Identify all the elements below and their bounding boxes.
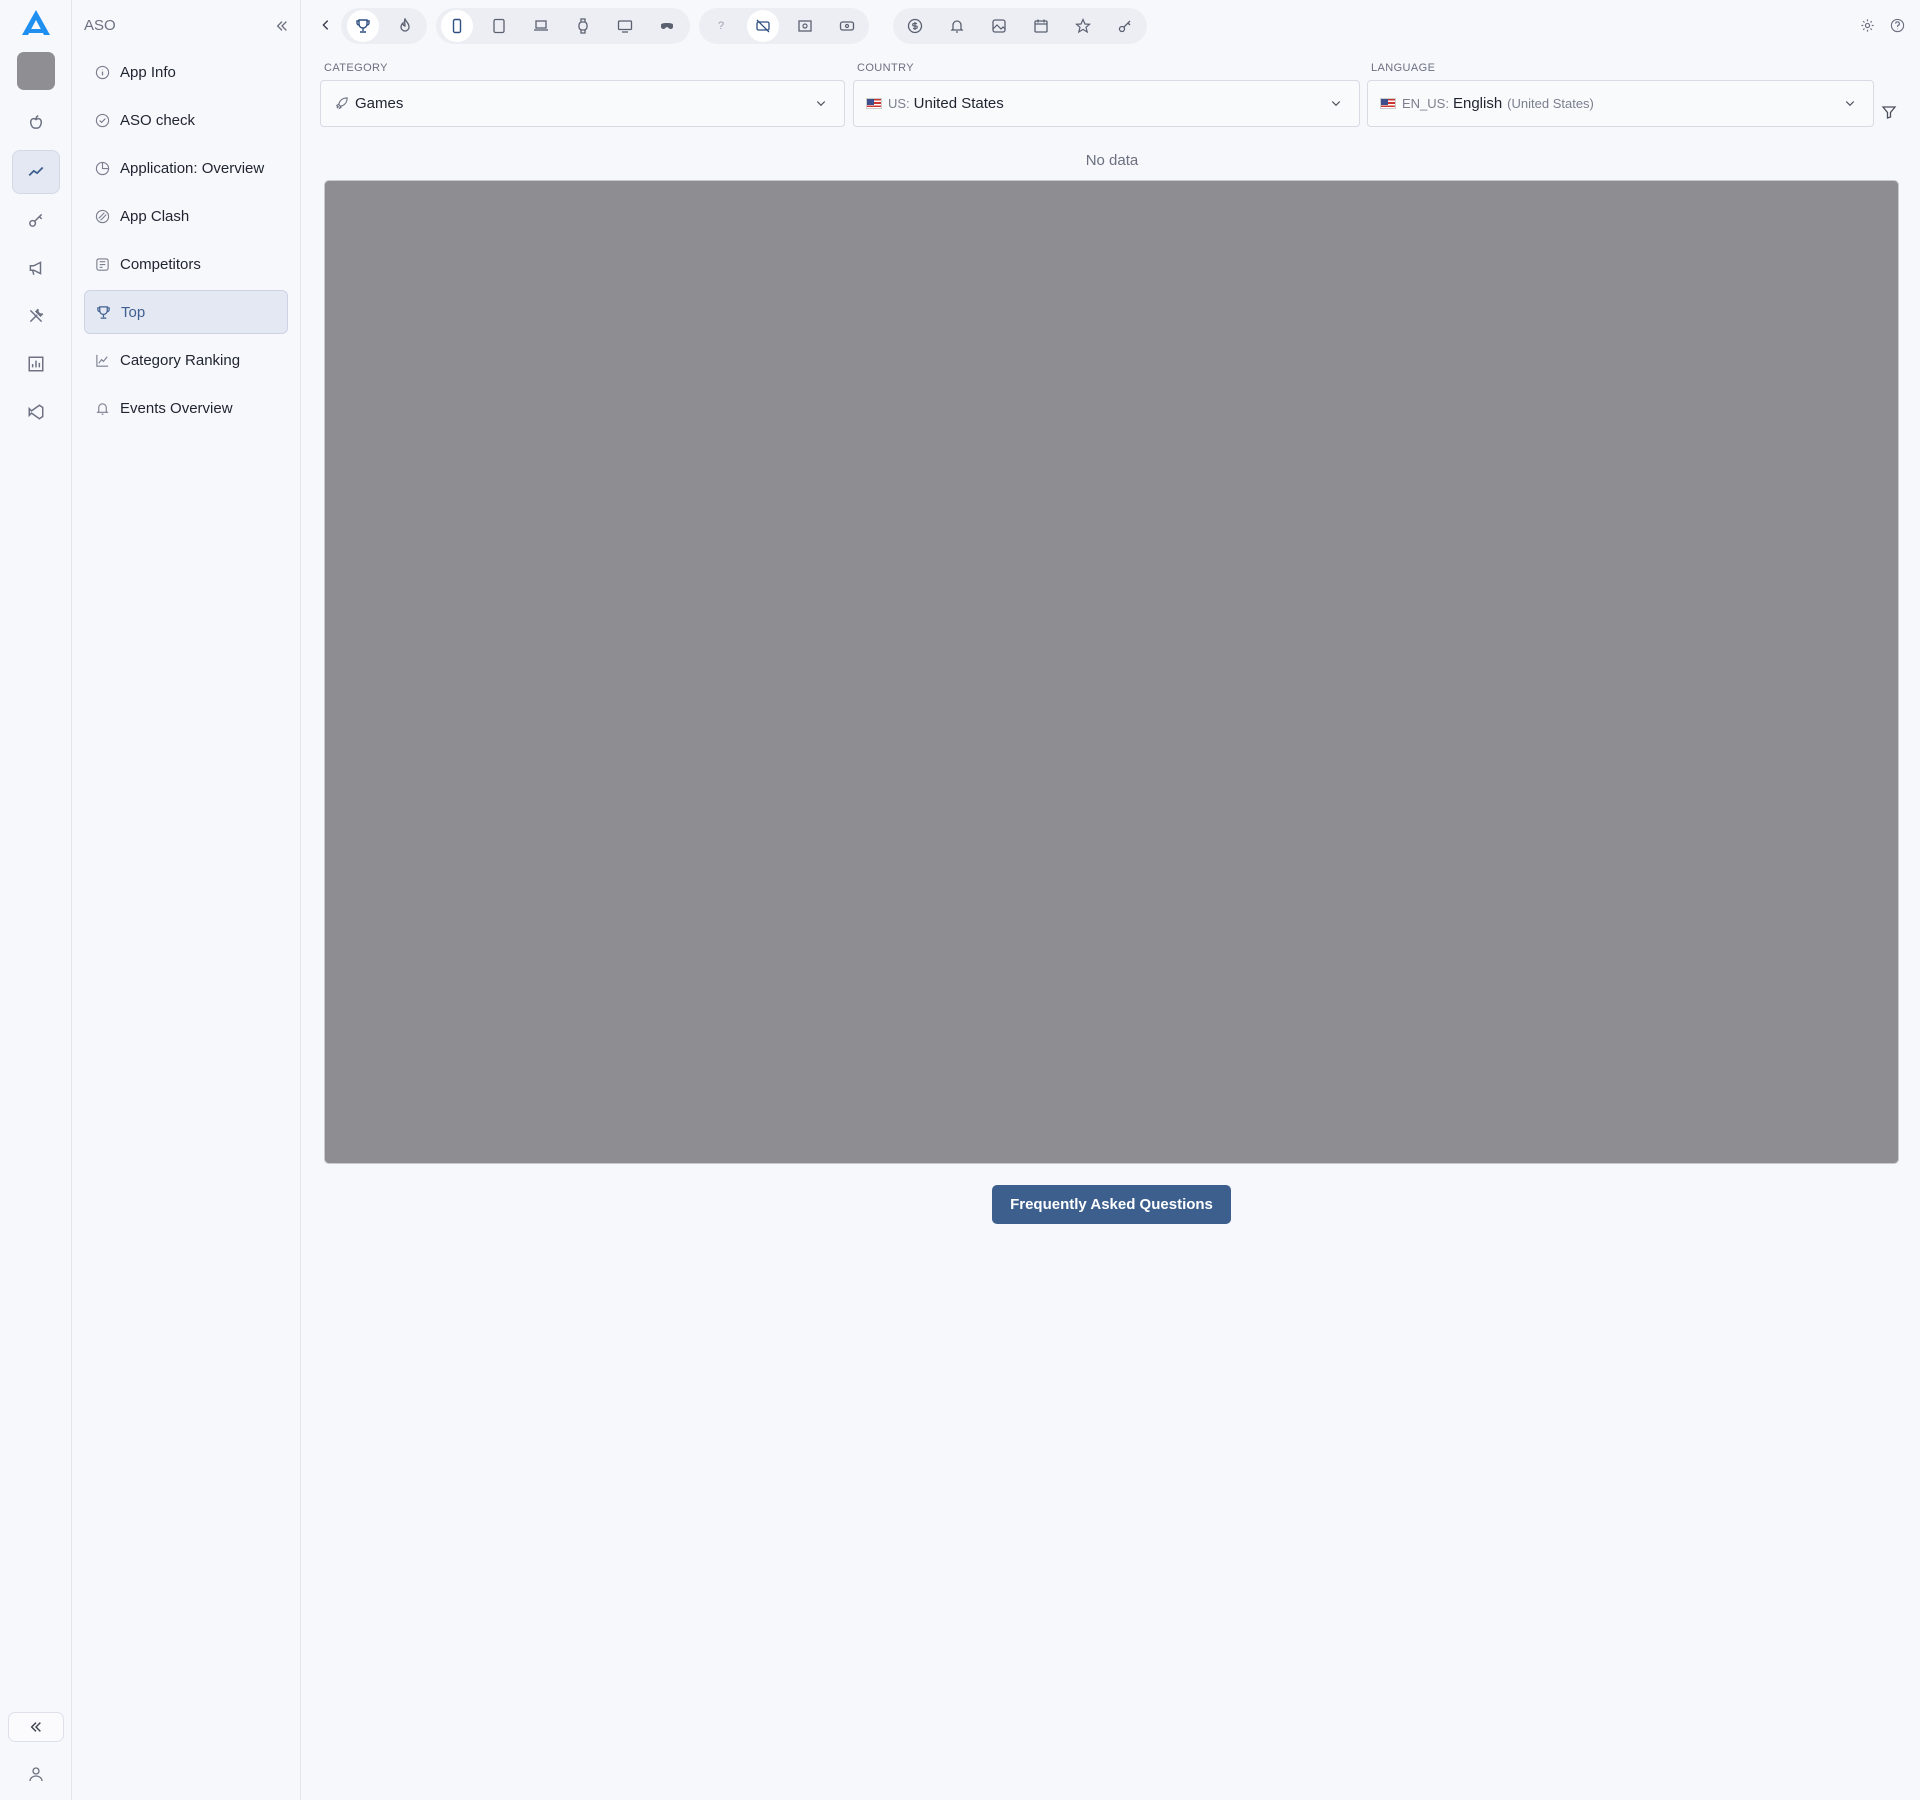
- sidebar-item-aso-check[interactable]: ASO check: [84, 98, 288, 142]
- competitors-icon: [94, 256, 110, 272]
- line-chart-icon: [94, 352, 110, 368]
- key-icon[interactable]: [1109, 10, 1141, 42]
- fire-icon[interactable]: [389, 10, 421, 42]
- language-select[interactable]: EN_US: English (United States): [1367, 80, 1874, 127]
- sidebar-item-label: Events Overview: [120, 399, 233, 417]
- country-select[interactable]: US: United States: [853, 80, 1360, 127]
- no-ads-icon[interactable]: [747, 10, 779, 42]
- trophy-icon: [95, 304, 111, 320]
- sidebar-item-label: Application: Overview: [120, 159, 265, 177]
- image-icon[interactable]: [983, 10, 1015, 42]
- faq-button[interactable]: Frequently Asked Questions: [992, 1185, 1231, 1224]
- bell-icon[interactable]: [941, 10, 973, 42]
- sidebar-item-label: Category Ranking: [120, 351, 241, 369]
- country-label: COUNTRY: [857, 62, 914, 74]
- collapse-sidebar-icon[interactable]: [272, 16, 292, 36]
- icon-rail: [0, 0, 72, 1800]
- back-icon[interactable]: [317, 16, 335, 34]
- language-value: English: [1452, 95, 1503, 112]
- pie-chart-icon: [94, 160, 110, 176]
- bell-icon: [94, 400, 110, 416]
- sidebar-item-competitors[interactable]: Competitors: [84, 242, 288, 286]
- logo-icon[interactable]: [20, 8, 52, 38]
- apple-icon[interactable]: [12, 101, 60, 145]
- trophy-icon[interactable]: [347, 10, 379, 42]
- sidebar-item-label: App Clash: [120, 207, 190, 225]
- analytics-icon[interactable]: [12, 342, 60, 386]
- category-label: CATEGORY: [324, 62, 388, 74]
- language-region: (United States): [1507, 96, 1594, 111]
- check-circle-icon: [94, 112, 110, 128]
- no-data-text: No data: [1085, 152, 1139, 169]
- category-select[interactable]: Games: [320, 80, 845, 127]
- sidebar-item-category-ranking[interactable]: Category Ranking: [84, 338, 288, 382]
- sidebar-item-label: Competitors: [120, 255, 201, 273]
- phone-icon[interactable]: [441, 10, 473, 42]
- chevron-down-icon: [1843, 96, 1857, 110]
- ticket-icon[interactable]: [831, 10, 863, 42]
- country-value: United States: [913, 95, 1004, 112]
- country-code: US:: [888, 96, 910, 111]
- language-label: LANGUAGE: [1371, 62, 1436, 74]
- sidebar-item-events-overview[interactable]: Events Overview: [84, 386, 288, 430]
- money-icon[interactable]: [789, 10, 821, 42]
- sidebar-item-label: Top: [121, 303, 146, 321]
- sidebar-title: ASO: [84, 17, 116, 34]
- content-placeholder: [324, 180, 1899, 1164]
- top-toolbar: ?: [301, 0, 1920, 52]
- tv-icon[interactable]: [609, 10, 641, 42]
- filter-icon[interactable]: [1880, 103, 1898, 121]
- star-icon[interactable]: [1067, 10, 1099, 42]
- app-thumbnail[interactable]: [17, 52, 55, 90]
- settings-icon[interactable]: [1858, 16, 1876, 34]
- chevron-down-icon: [814, 96, 828, 110]
- tablet-icon[interactable]: [483, 10, 515, 42]
- rocket-icon: [333, 96, 349, 112]
- clash-icon: [94, 208, 110, 224]
- category-value: Games: [355, 95, 404, 112]
- sidebar-item-label: App Info: [120, 63, 176, 81]
- info-icon: [94, 64, 110, 80]
- sidebar-item-top[interactable]: Top: [84, 290, 288, 334]
- help-icon[interactable]: [1888, 16, 1906, 34]
- aso-sidebar: ASO App Info ASO check Application: Over…: [72, 0, 301, 1800]
- watch-icon[interactable]: [567, 10, 599, 42]
- user-icon[interactable]: [24, 1762, 48, 1786]
- tools-icon[interactable]: [12, 294, 60, 338]
- dollar-icon[interactable]: [899, 10, 931, 42]
- key-icon[interactable]: [12, 198, 60, 242]
- megaphone-icon[interactable]: [12, 246, 60, 290]
- chevron-down-icon: [1329, 96, 1343, 110]
- sidebar-item-application-overview[interactable]: Application: Overview: [84, 146, 288, 190]
- sidebar-item-app-clash[interactable]: App Clash: [84, 194, 288, 238]
- calendar-icon[interactable]: [1025, 10, 1057, 42]
- laptop-icon[interactable]: [525, 10, 557, 42]
- sidebar-item-label: ASO check: [120, 111, 196, 129]
- us-flag-icon: [1380, 98, 1396, 109]
- collapse-rail-button[interactable]: [8, 1712, 64, 1742]
- sidebar-item-app-info[interactable]: App Info: [84, 50, 288, 94]
- us-flag-icon: [866, 98, 882, 109]
- language-code: EN_US:: [1402, 96, 1449, 111]
- vscode-icon[interactable]: [12, 390, 60, 434]
- trend-icon[interactable]: [12, 150, 60, 194]
- vision-icon[interactable]: [651, 10, 683, 42]
- question-icon[interactable]: ?: [705, 10, 737, 42]
